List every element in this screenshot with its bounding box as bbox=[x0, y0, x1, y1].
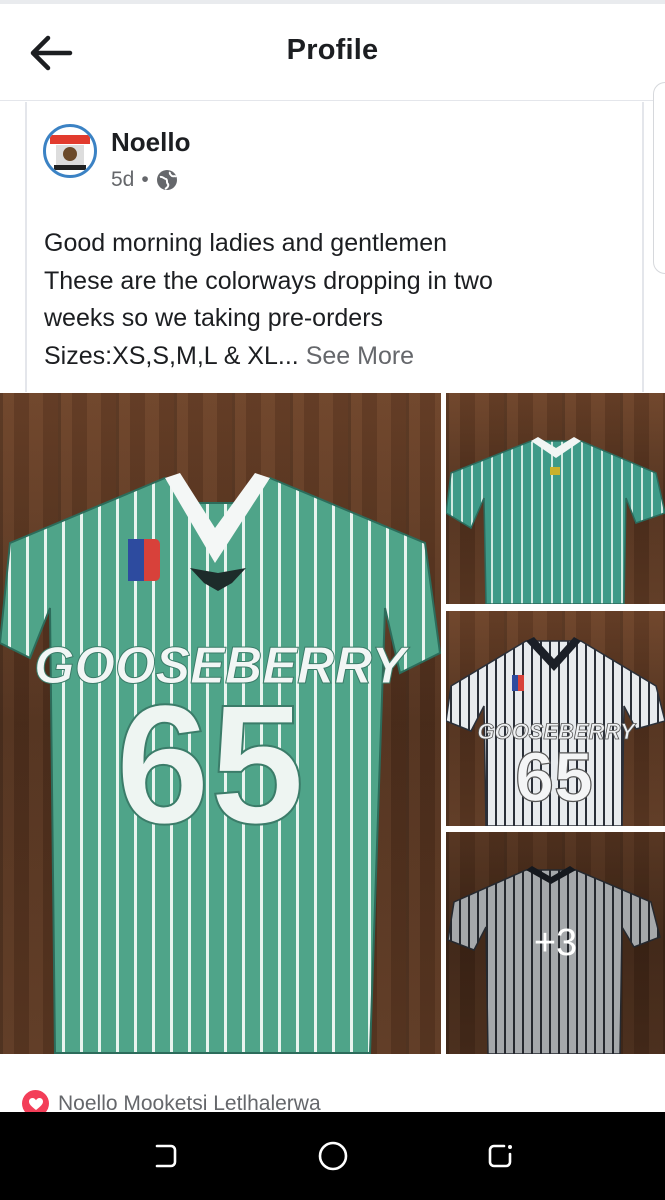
post-photo-thumb-2[interactable]: GOOSEBERRY 65 bbox=[446, 611, 665, 826]
back-icon[interactable] bbox=[480, 1136, 520, 1176]
more-photos-overlay[interactable]: +3 bbox=[446, 832, 665, 1054]
post-text-line: These are the colorways dropping in two bbox=[44, 266, 493, 295]
jersey-number-text: 65 bbox=[115, 670, 304, 860]
post-text: Good morning ladies and gentlemen These … bbox=[44, 225, 644, 375]
post-text-line: weeks so we taking pre-orders bbox=[44, 304, 384, 332]
post-text-last: Sizes:XS,S,M,L & XL... bbox=[44, 341, 299, 370]
post-time[interactable]: 5d bbox=[111, 168, 134, 192]
post-text-line: Sizes:XS,S,M,L & XL... See More bbox=[44, 338, 644, 376]
avatar[interactable] bbox=[43, 124, 97, 178]
logo-icon bbox=[50, 135, 90, 170]
jersey-number-text: 65 bbox=[515, 738, 593, 816]
post-author[interactable]: Noello bbox=[111, 127, 190, 158]
post-photo-main[interactable]: GOOSEBERRY 65 bbox=[0, 393, 441, 1054]
post-photo-thumb-3[interactable]: +3 bbox=[446, 832, 665, 1054]
scroll-indicator bbox=[653, 82, 665, 274]
status-strip bbox=[0, 0, 665, 4]
recent-apps-icon[interactable] bbox=[145, 1136, 185, 1176]
page-title: Profile bbox=[286, 34, 379, 66]
globe-icon bbox=[156, 170, 177, 190]
home-icon[interactable] bbox=[313, 1136, 353, 1176]
post-text-line: Good morning ladies and gentlemen bbox=[44, 229, 448, 257]
see-more-link[interactable]: See More bbox=[306, 342, 414, 370]
jersey-image: GOOSEBERRY 65 bbox=[446, 637, 665, 826]
meta-separator: • bbox=[141, 168, 149, 191]
post-meta: 5d • bbox=[111, 168, 178, 192]
app-header: Profile bbox=[0, 0, 665, 101]
jersey-image: GOOSEBERRY 65 bbox=[0, 473, 441, 1054]
jersey-image bbox=[446, 437, 665, 604]
post-photo-thumb-1[interactable] bbox=[446, 393, 665, 604]
system-nav-bar bbox=[0, 1112, 665, 1200]
